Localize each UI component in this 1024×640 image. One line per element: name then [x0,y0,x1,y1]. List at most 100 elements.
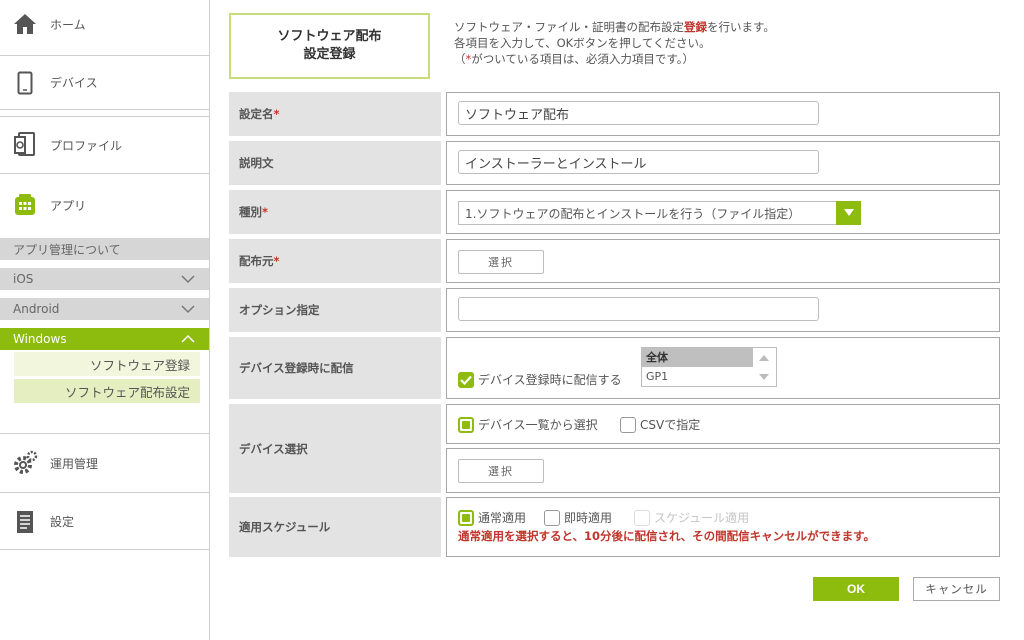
nav-device[interactable]: デバイス [0,55,209,110]
nav-home[interactable]: ホーム [0,0,209,48]
instr1-a: ソフトウェア・ファイル・証明書の配布設定 [454,20,684,34]
list-item[interactable]: 全体 [642,348,753,367]
sched-immediate-radio[interactable]: 即時適用 [544,509,612,526]
devsel-select-button[interactable]: 選択 [458,459,544,483]
desc-label: 説明文 [229,141,441,185]
devsel-csv-label: CSVで指定 [640,418,701,432]
desc-input[interactable] [458,150,819,174]
instr1-b: 登録 [684,20,707,34]
page-title-line2: 設定登録 [303,47,356,62]
deliver-checkbox-label: デバイス登録時に配信する [478,373,622,387]
instr1-c: を行います。 [707,20,775,34]
group-listbox[interactable]: 全体 GP1 [641,347,777,387]
required-mark: * [262,205,269,219]
schedule-label: 適用スケジュール [229,497,441,557]
page-title-line1: ソフトウェア配布 [277,29,382,44]
nav-settings[interactable]: 設定 [0,494,209,550]
option-label-text: オプション指定 [239,303,320,317]
sidebar-item-android[interactable]: Android [0,298,209,320]
required-mark: * [273,107,280,121]
devsel-label-text: デバイス選択 [239,441,308,456]
source-label-text: 配布元 [239,254,274,268]
sidebar-item-ios-label: iOS [13,272,34,286]
scroll-down-icon[interactable] [759,373,769,380]
ok-button[interactable]: OK [813,577,899,601]
checkbox-checked-icon [458,371,474,388]
option-input[interactable] [458,297,819,321]
instr3-a: （ [454,52,466,66]
chevron-down-icon [181,275,195,284]
sidebar-item-app-about-label: アプリ管理について [13,242,121,257]
required-mark: * [273,254,280,268]
sched-normal-label: 通常適用 [478,511,527,525]
instr2: 各項目を入力して、OKボタンを押してください。 [454,36,711,50]
nav-app[interactable]: アプリ [0,188,209,222]
radio-unselected-icon [620,416,636,433]
chevron-up-icon [181,334,195,343]
profile-icon [12,132,38,158]
dropdown-arrow-icon[interactable] [836,201,861,225]
schedule-cell: 通常適用 即時適用 スケジュール適用 通常適用を選択すると、10分後に配信され、… [446,497,1000,557]
scrollbar[interactable] [752,348,776,386]
nav-device-label: デバイス [50,76,98,90]
sidebar-item-sw-dist-setting-label: ソフトウェア配布設定 [64,384,190,400]
schedule-label-text: 適用スケジュール [239,520,331,534]
instr3-c: がついている項目は、必須入力項目です。） [471,52,695,66]
nav-home-label: ホーム [50,17,86,32]
list-item[interactable]: GP1 [642,367,753,386]
devsel-cell-top: デバイス一覧から選択 CSVで指定 [446,404,1000,444]
gear-icon [12,450,38,476]
sidebar-item-sw-register[interactable]: ソフトウェア登録 [14,352,200,376]
app-icon [12,192,38,218]
nav-operation-label: 運用管理 [50,456,99,471]
type-label: 種別 * [229,190,441,234]
sidebar: ホーム デバイス プロファイル アプリ アプリ管理について iOS Androi… [0,0,210,640]
source-label: 配布元 * [229,239,441,283]
deliver-label-text: デバイス登録時に配信 [239,361,354,375]
sched-immediate-label: 即時適用 [564,511,613,525]
sidebar-item-windows-label: Windows [13,332,67,346]
nav-app-label: アプリ [50,198,87,213]
sidebar-item-app-about[interactable]: アプリ管理について [0,238,209,260]
deliver-cell: デバイス登録時に配信する 全体 GP1 [446,337,1000,399]
nav-settings-label: 設定 [50,515,75,529]
cancel-button[interactable]: キャンセル [913,577,1000,601]
devsel-from-list-radio[interactable]: デバイス一覧から選択 [458,416,598,433]
name-cell [446,92,1000,136]
radio-disabled-icon [634,509,650,526]
deliver-label: デバイス登録時に配信 [229,337,441,399]
type-cell: 1.ソフトウェアの配布とインストールを行う（ファイル指定） [446,190,1000,234]
nav-profile-label: プロファイル [50,138,123,153]
deliver-checkbox[interactable]: デバイス登録時に配信する [458,371,622,388]
sidebar-item-ios[interactable]: iOS [0,268,209,290]
type-select[interactable]: 1.ソフトウェアの配布とインストールを行う（ファイル指定） [458,201,861,225]
sidebar-item-sw-register-label: ソフトウェア登録 [89,357,190,373]
radio-selected-icon [458,509,474,526]
home-icon [12,11,38,37]
devsel-csv-radio[interactable]: CSVで指定 [620,416,700,433]
source-select-button[interactable]: 選択 [458,250,544,274]
nav-profile[interactable]: プロファイル [0,116,209,174]
desc-label-text: 説明文 [239,156,274,170]
devsel-cell-bottom: 選択 [446,448,1000,493]
devsel-from-list-label: デバイス一覧から選択 [478,418,598,432]
name-label-text: 設定名 [239,107,274,121]
sidebar-item-sw-dist-setting[interactable]: ソフトウェア配布設定 [14,379,200,403]
document-icon [12,509,38,535]
devsel-label: デバイス選択 [229,404,441,493]
radio-selected-icon [458,416,474,433]
scroll-up-icon[interactable] [759,354,769,361]
sidebar-item-android-label: Android [13,302,60,316]
sched-schedule-radio[interactable]: スケジュール適用 [634,509,749,526]
device-icon [12,70,38,96]
name-label: 設定名 * [229,92,441,136]
nav-operation[interactable]: 運用管理 [0,433,209,493]
sched-normal-radio[interactable]: 通常適用 [458,509,526,526]
name-input[interactable] [458,101,819,125]
sidebar-item-windows[interactable]: Windows [0,328,209,350]
source-cell: 選択 [446,239,1000,283]
chevron-down-icon [181,305,195,314]
schedule-note: 通常適用を選択すると、10分後に配信され、その間配信キャンセルができます。 [458,529,876,543]
option-label: オプション指定 [229,288,441,332]
page-title: ソフトウェア配布 設定登録 [229,13,430,79]
